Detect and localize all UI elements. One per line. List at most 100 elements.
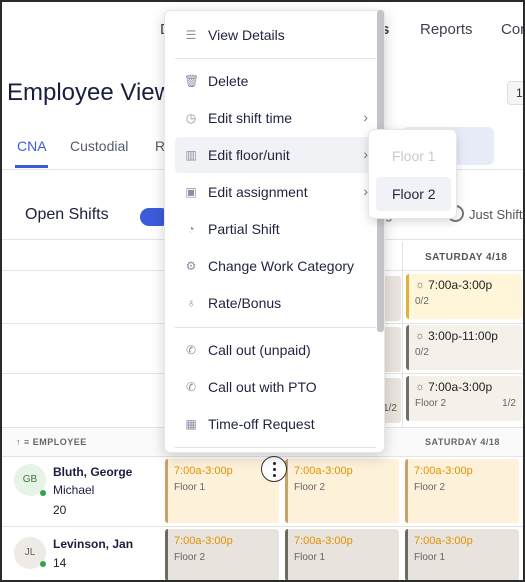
- menu-divider: [175, 447, 376, 448]
- menu-item-call-out-pto[interactable]: ✆ Call out with PTO: [175, 369, 376, 405]
- badge-icon: ▣: [185, 185, 197, 199]
- menu-divider: [175, 58, 376, 59]
- shift-extra: 1/2: [502, 398, 516, 409]
- shift-time: 7:00a-3:00p: [428, 380, 493, 394]
- employee-shift-count: 20: [53, 503, 67, 517]
- list-icon: ☰: [185, 28, 197, 42]
- employee-name[interactable]: Levinson, Jan: [53, 535, 133, 553]
- chevron-right-icon: ›: [363, 109, 368, 125]
- employee-sort-header[interactable]: ↑ ≡ EMPLOYEE: [16, 437, 87, 447]
- menu-item-label: Rate/Bonus: [208, 295, 282, 311]
- employee-name[interactable]: Bluth, George Michael: [53, 463, 132, 499]
- submenu-item-floor-1: Floor 1: [392, 148, 436, 164]
- shift-floor: Floor 1: [414, 552, 446, 563]
- shift-context-menu: ☰ View Details 🗑 Delete ◷ Edit shift tim…: [164, 10, 385, 453]
- online-status-icon: [40, 561, 46, 567]
- trash-icon: 🗑: [184, 74, 200, 88]
- tab-cna[interactable]: CNA: [17, 138, 47, 154]
- building-icon: ▥: [185, 148, 197, 162]
- phone-icon: ✆: [185, 380, 197, 394]
- shift-floor: Floor 2: [414, 482, 446, 493]
- online-status-icon: [40, 490, 46, 496]
- menu-item-label: Edit floor/unit: [208, 147, 290, 163]
- menu-item-label: Delete: [208, 73, 249, 89]
- shift-floor: Floor 1: [294, 552, 326, 563]
- shift-time: 7:00a-3:00p: [294, 535, 353, 547]
- shift-floor: Floor 1: [174, 482, 206, 493]
- nav-item-con[interactable]: Con: [501, 21, 523, 38]
- nav-item-reports[interactable]: Reports: [420, 21, 473, 38]
- employee-name-line: Bluth, George: [53, 465, 133, 479]
- shift-fill: 0/2: [415, 347, 429, 358]
- piggy-bank-icon: ♁: [186, 296, 196, 310]
- menu-item-label: Edit shift time: [208, 110, 293, 126]
- menu-item-label: Call out with PTO: [208, 379, 317, 395]
- menu-item-edit-shift-time[interactable]: ◷ Edit shift time ›: [175, 100, 376, 136]
- more-options-button[interactable]: [261, 456, 287, 482]
- menu-item-label: View Details: [208, 27, 285, 43]
- menu-item-call-out-unpaid[interactable]: ✆ Call out (unpaid): [175, 332, 376, 368]
- kebab-dot-icon: [273, 462, 276, 465]
- menu-item-label: Edit assignment: [208, 184, 308, 200]
- menu-item-edit-floor-unit[interactable]: ▥ Edit floor/unit ›: [175, 137, 376, 173]
- app-frame: D s Reports Con Employee View 10 CNA Cus…: [0, 0, 525, 582]
- tab-custodial[interactable]: Custodial: [70, 138, 128, 154]
- menu-item-label: Call out (unpaid): [208, 342, 311, 358]
- sun-icon: ☼: [415, 381, 426, 393]
- employee-header-date: SATURDAY 4/18: [425, 437, 500, 447]
- shift-cell[interactable]: 7:00a-3:00p Floor 1: [285, 529, 399, 580]
- sun-icon: ☼: [415, 279, 426, 291]
- menu-item-label: Time-off Request: [208, 416, 315, 432]
- shift-time: 7:00a-3:00p: [414, 465, 473, 477]
- active-tab-underline: [15, 165, 48, 168]
- shift-cell[interactable]: 7:00a-3:00p Floor 1: [405, 529, 519, 580]
- grid-column-divider: [402, 242, 403, 427]
- menu-item-view-details[interactable]: ☰ View Details: [175, 17, 376, 53]
- shift-time: 7:00a-3:00p: [414, 535, 473, 547]
- shift-time: 7:00a-3:00p: [174, 535, 233, 547]
- menu-item-edit-assignment[interactable]: ▣ Edit assignment ›: [175, 174, 376, 210]
- menu-item-partial-shift[interactable]: ◔ Partial Shift: [175, 211, 376, 247]
- shift-fill: 0/2: [415, 296, 429, 307]
- sun-icon: ☼: [415, 330, 426, 342]
- shift-floor: Floor 2: [415, 398, 447, 409]
- clock-icon: ◷: [185, 111, 197, 125]
- shift-floor: Floor 2: [174, 552, 206, 563]
- kebab-dot-icon: [273, 468, 276, 471]
- open-shift-edge[interactable]: [383, 327, 401, 372]
- open-shift-cell[interactable]: ☼ 3:00p-11:00p 0/2: [406, 325, 522, 370]
- shift-time: 7:00a-3:00p: [174, 465, 233, 477]
- open-shift-cell[interactable]: ☼ 7:00a-3:00p Floor 2 1/2: [406, 376, 522, 421]
- employee-name-line: Michael: [53, 483, 95, 497]
- shift-cell[interactable]: 7:00a-3:00p Floor 2: [405, 459, 519, 523]
- menu-item-change-work-category[interactable]: ⚙ Change Work Category: [175, 248, 376, 284]
- menu-item-time-off-request[interactable]: ▦ Time-off Request: [175, 406, 376, 442]
- edge-count: 1/2: [383, 403, 397, 414]
- gear-icon: ⚙: [185, 259, 197, 273]
- page-title: Employee View: [7, 79, 172, 106]
- menu-item-delete[interactable]: 🗑 Delete: [175, 63, 376, 99]
- menu-item-label: Partial Shift: [208, 221, 280, 237]
- phone-icon: ✆: [185, 343, 197, 357]
- shift-cell[interactable]: 7:00a-3:00p Floor 2: [285, 459, 399, 523]
- employee-header-label: EMPLOYEE: [32, 437, 87, 447]
- kebab-dot-icon: [273, 474, 276, 477]
- open-shift-cell[interactable]: ☼ 7:00a-3:00p 0/2: [406, 274, 522, 319]
- submenu-item-floor-2[interactable]: Floor 2: [376, 177, 451, 211]
- employee-shift-count: 14: [53, 556, 67, 570]
- partial-clock-icon: ◔: [187, 222, 195, 236]
- shift-time: 3:00p-11:00p: [428, 329, 498, 343]
- corner-button[interactable]: 10: [507, 81, 523, 105]
- open-shift-edge[interactable]: 1/2: [383, 378, 401, 423]
- shift-floor: Floor 2: [294, 482, 326, 493]
- menu-item-label: Change Work Category: [208, 258, 355, 274]
- shift-cell[interactable]: 7:00a-3:00p Floor 2: [165, 529, 279, 580]
- just-shift-label: Just Shift: [469, 207, 523, 222]
- shift-time: 7:00a-3:00p: [294, 465, 353, 477]
- shift-time: 7:00a-3:00p: [428, 278, 493, 292]
- menu-item-rate-bonus[interactable]: ♁ Rate/Bonus: [175, 285, 376, 321]
- floor-submenu: Floor 1 Floor 2: [368, 129, 457, 219]
- employee-row: JL Levinson, Jan 14 7:00a-3:00p Floor 2 …: [2, 527, 523, 580]
- open-shift-edge[interactable]: [383, 276, 401, 321]
- open-shifts-label: Open Shifts: [25, 206, 109, 223]
